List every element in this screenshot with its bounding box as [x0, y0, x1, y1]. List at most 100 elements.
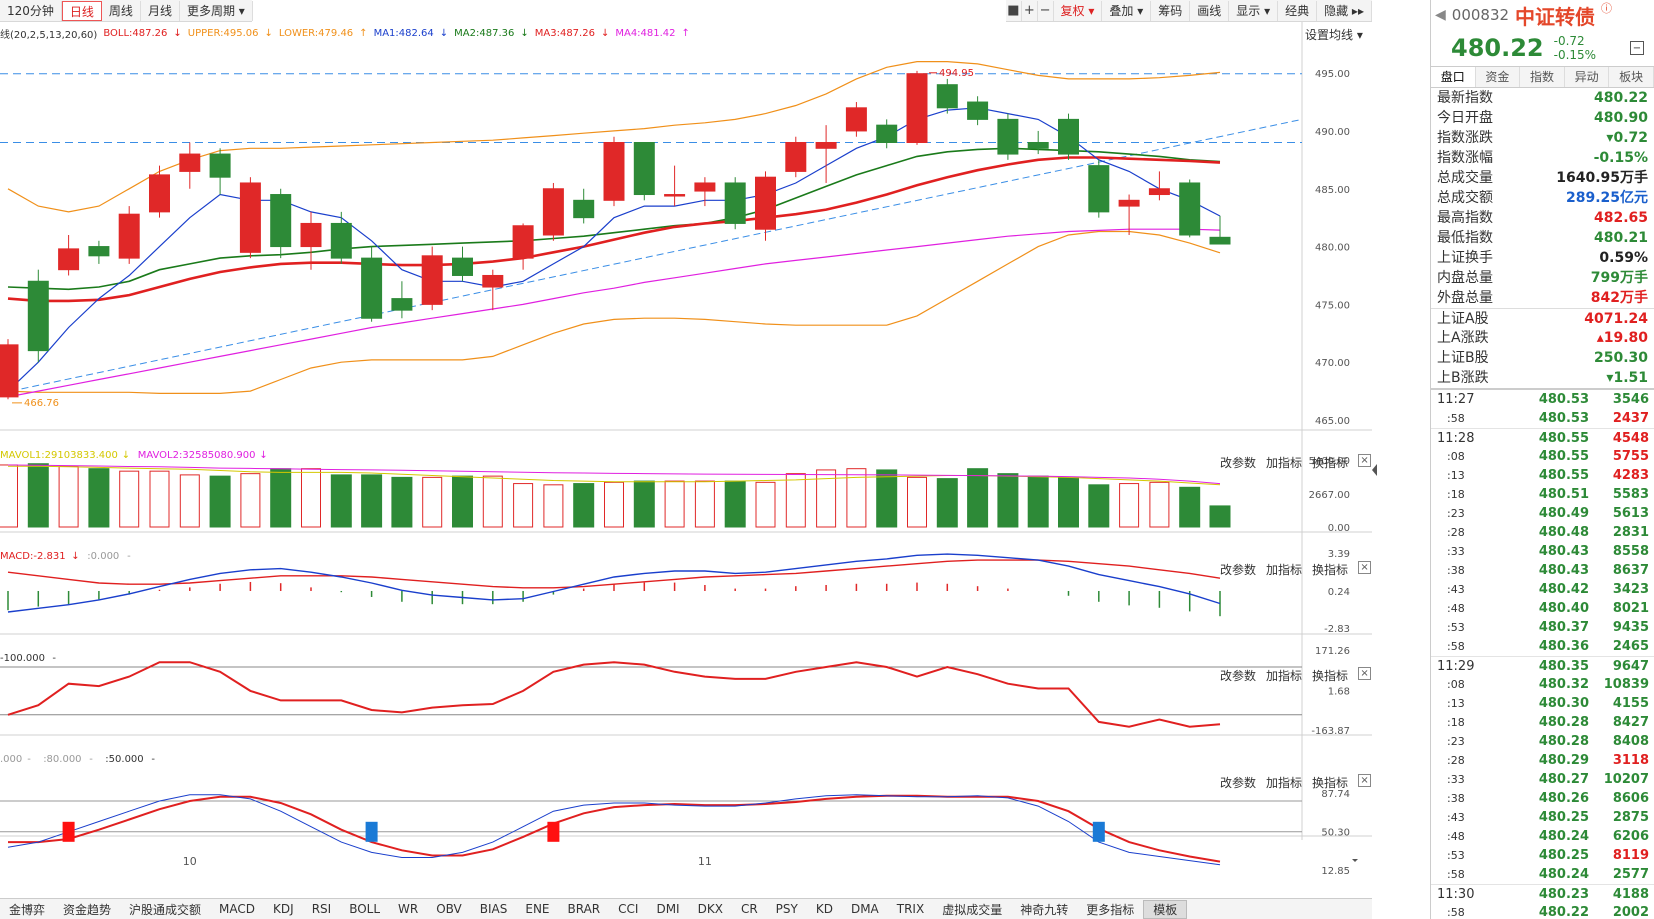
quote-tab[interactable]: 资金: [1476, 67, 1521, 87]
cci-axis-label: -163.87: [1311, 726, 1350, 737]
candle-body: [664, 194, 686, 197]
tab-more-periods[interactable]: 更多周期 ▾: [180, 0, 253, 21]
indicator-tab[interactable]: DMI: [647, 902, 688, 916]
overlay-button[interactable]: 叠加 ▾: [1102, 0, 1152, 21]
info-icon[interactable]: ⓘ: [1601, 0, 1612, 16]
quote-tab[interactable]: 指数: [1520, 67, 1565, 87]
indicator-legend-arrow: -: [89, 754, 93, 765]
indicator-tab[interactable]: RSI: [303, 902, 341, 916]
indicator-tab[interactable]: KDJ: [264, 902, 303, 916]
candle-body: [906, 73, 928, 143]
candle-body: [270, 194, 292, 248]
tick-price: 480.28: [1538, 715, 1589, 730]
change-params-button[interactable]: 改参数: [1220, 561, 1256, 578]
add-indicator-button[interactable]: 加指标: [1266, 454, 1302, 471]
change-params-button[interactable]: 改参数: [1220, 667, 1256, 684]
switch-indicator-button[interactable]: 换指标: [1312, 667, 1348, 684]
stat-row: 上B涨跌 ▾1.51: [1431, 368, 1654, 388]
indicator-tab[interactable]: 神奇九转: [1011, 901, 1077, 918]
indicator-tab[interactable]: KD: [807, 902, 842, 916]
switch-indicator-button[interactable]: 换指标: [1312, 561, 1348, 578]
tab-120min[interactable]: 120分钟: [0, 0, 62, 21]
tick-volume: 2875: [1612, 810, 1649, 825]
hide-button[interactable]: 隐藏 ▸▸: [1317, 0, 1372, 21]
stat-value: 1640.95万手: [1556, 170, 1648, 186]
kdj-signal-marker: [365, 821, 378, 842]
quote-tab[interactable]: 异动: [1565, 67, 1610, 87]
collapse-icon[interactable]: −: [1630, 41, 1644, 55]
close-icon[interactable]: ×: [1358, 667, 1372, 680]
switch-indicator-button[interactable]: 换指标: [1312, 454, 1348, 471]
tab-weekly[interactable]: 周线: [102, 0, 141, 21]
indicator-tab[interactable]: CR: [732, 902, 767, 916]
tick-volume: 8119: [1612, 848, 1649, 863]
chart-canvas[interactable]: 495.00 490.00 485.00 480.00 475.00 470.00 465.…: [0, 0, 1372, 898]
tick-price: 480.55: [1538, 449, 1589, 464]
tick-row: 11:27 480.53 3546: [1431, 390, 1654, 409]
indicator-tab[interactable]: WR: [389, 902, 427, 916]
indicator-tab[interactable]: 资金趋势: [54, 901, 120, 918]
prev-icon[interactable]: ◀: [1435, 7, 1446, 23]
indicator-tab[interactable]: CCI: [609, 902, 647, 916]
quote-tab[interactable]: 板块: [1609, 67, 1654, 87]
indicator-tab[interactable]: BOLL: [340, 902, 389, 916]
indicator-tab[interactable]: PSY: [767, 902, 807, 916]
indicator-tab[interactable]: TRIX: [888, 902, 933, 916]
volume-bar: [513, 483, 534, 528]
close-icon[interactable]: ×: [1358, 774, 1372, 787]
indicator-tab[interactable]: 更多指标: [1077, 901, 1143, 918]
add-indicator-button[interactable]: 加指标: [1266, 667, 1302, 684]
indicator-tab[interactable]: MACD: [210, 902, 264, 916]
ma-settings-button[interactable]: 设置均线 ▾: [1305, 26, 1363, 43]
volume-bar: [391, 476, 413, 528]
tick-volume: 4155: [1612, 696, 1649, 711]
plus-icon[interactable]: +: [1022, 0, 1038, 21]
tick-price: 480.32: [1538, 677, 1589, 692]
close-icon[interactable]: ×: [1358, 454, 1372, 467]
indicator-tab[interactable]: BIAS: [471, 902, 517, 916]
panel-divider[interactable]: [1372, 0, 1430, 919]
quote-panel: ◀ 000832 中证转债 ⓘ 480.22 -0.72 -0.15% − 盘口…: [1430, 0, 1654, 919]
tick-row: :58 480.24 2577: [1431, 865, 1654, 884]
tab-daily[interactable]: 日线: [61, 0, 102, 21]
change-params-button[interactable]: 改参数: [1220, 454, 1256, 471]
indicator-tab[interactable]: BRAR: [559, 902, 610, 916]
scroll-right-icon[interactable]: [1352, 859, 1358, 862]
candle-body: [421, 255, 443, 305]
tick-time: :28: [1447, 754, 1465, 767]
change-params-button[interactable]: 改参数: [1220, 774, 1256, 791]
add-indicator-button[interactable]: 加指标: [1266, 561, 1302, 578]
classic-button[interactable]: 经典: [1278, 0, 1318, 21]
lock-icon[interactable]: ■: [1006, 0, 1022, 21]
quote-tabs: 盘口 资金 指数 异动 板块: [1431, 66, 1654, 88]
indicator-tab[interactable]: ENE: [516, 902, 558, 916]
quote-price-row: 480.22 -0.72 -0.15% −: [1431, 30, 1654, 66]
switch-indicator-button[interactable]: 换指标: [1312, 774, 1348, 791]
indicator-tab[interactable]: OBV: [427, 902, 471, 916]
indicator-tab[interactable]: 金博弈: [0, 901, 54, 918]
tick-volume: 3423: [1612, 582, 1649, 597]
tab-monthly[interactable]: 月线: [141, 0, 180, 21]
candle-body: [1088, 165, 1110, 213]
indicator-tab[interactable]: 沪股通成交额: [120, 901, 210, 918]
volume-bar: [543, 484, 564, 528]
chips-button[interactable]: 筹码: [1151, 0, 1191, 21]
quote-tab[interactable]: 盘口: [1431, 67, 1476, 87]
display-button[interactable]: 显示 ▾: [1229, 0, 1279, 21]
minus-icon[interactable]: −: [1038, 0, 1054, 21]
stat-value: -0.15%: [1593, 150, 1648, 166]
indicator-tab[interactable]: 模板: [1143, 899, 1188, 919]
tick-volume: 9647: [1612, 659, 1649, 674]
indicator-tab[interactable]: DKX: [689, 902, 732, 916]
fuquan-button[interactable]: 复权 ▾: [1054, 0, 1103, 21]
indicator-legend-arrow: ↓: [71, 551, 79, 562]
stock-code: 000832: [1451, 6, 1510, 24]
tick-row: :48 480.40 8021: [1431, 599, 1654, 618]
close-icon[interactable]: ×: [1358, 561, 1372, 574]
add-indicator-button[interactable]: 加指标: [1266, 774, 1302, 791]
draw-line-button[interactable]: 画线: [1190, 0, 1230, 21]
indicator-tab[interactable]: 虚拟成交量: [933, 901, 1011, 918]
volume-bar: [1027, 475, 1049, 528]
indicator-tab[interactable]: DMA: [842, 902, 888, 916]
tick-volume: 3118: [1612, 753, 1649, 768]
